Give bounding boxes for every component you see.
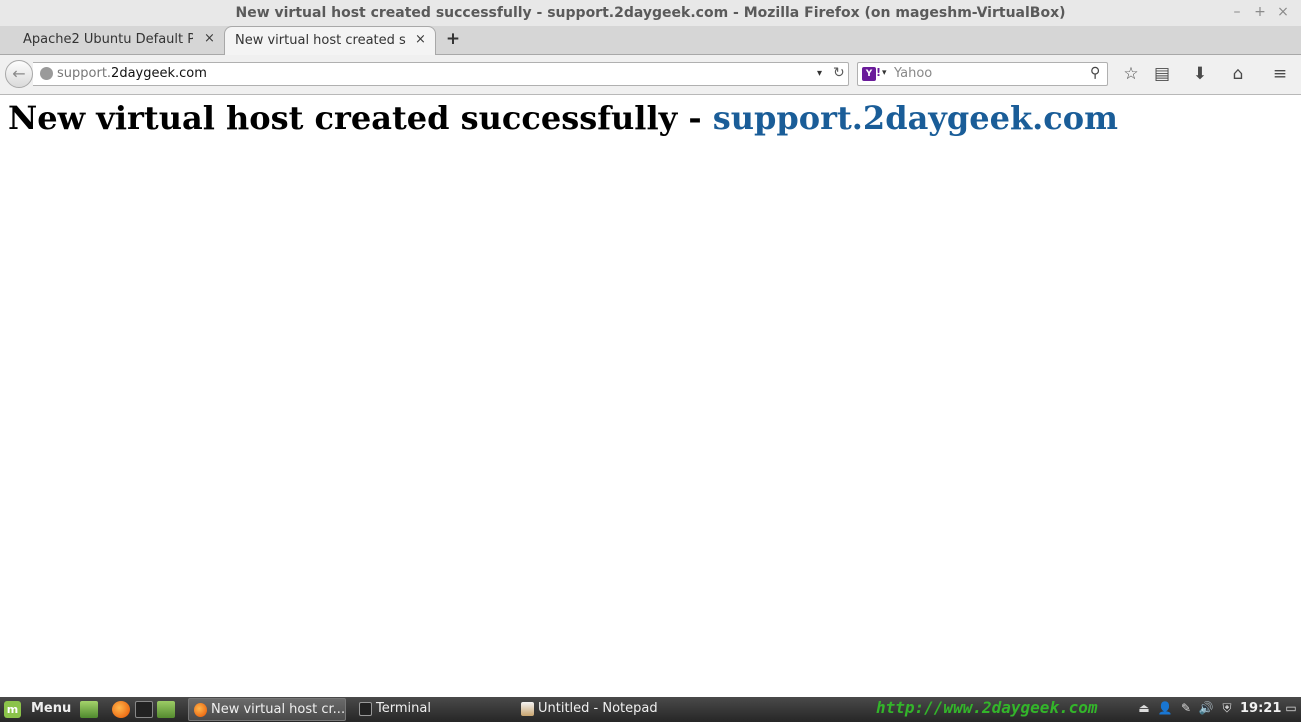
window-title: New virtual host created successfully - …	[235, 5, 1066, 21]
search-icon[interactable]: ⚲	[1090, 65, 1100, 81]
heading-link[interactable]: support.2daygeek.com	[713, 99, 1118, 137]
minimize-button[interactable]: –	[1229, 4, 1245, 20]
task-notepad[interactable]: Untitled - Notepad	[516, 698, 671, 721]
reload-icon[interactable]: ↻	[833, 65, 845, 81]
bookmarks-menu-icon[interactable]: ▤	[1151, 64, 1173, 86]
page-heading: New virtual host created successfully - …	[8, 99, 1118, 137]
search-input[interactable]	[894, 66, 1084, 81]
volume-icon[interactable]: 🔊	[1198, 701, 1214, 715]
tool-icon[interactable]: ✎	[1178, 701, 1194, 715]
taskbar: m Menu New virtual host cr... Terminal U…	[0, 697, 1301, 722]
url-bar[interactable]: support.2daygeek.com ▾ ↻	[33, 62, 849, 86]
menu-label: Menu	[31, 701, 72, 716]
network-icon[interactable]: ⏏	[1136, 701, 1152, 715]
yahoo-icon[interactable]: Y	[862, 67, 876, 81]
firefox-launcher-icon[interactable]	[112, 701, 130, 718]
navigation-toolbar: ← support.2daygeek.com ▾ ↻ Y ! ▾ ⚲ ☆ ▤ ⬇…	[0, 55, 1301, 95]
terminal-launcher-icon[interactable]	[135, 701, 153, 718]
watermark: http://www.2daygeek.com	[876, 698, 1098, 717]
mint-logo-icon: m	[4, 701, 21, 718]
notepad-icon	[521, 702, 534, 716]
globe-icon	[40, 67, 53, 80]
task-label: New virtual host cr...	[211, 702, 346, 717]
tab-label: Apache2 Ubuntu Default P...	[23, 32, 193, 47]
terminal-icon	[359, 702, 372, 716]
maximize-button[interactable]: +	[1252, 4, 1268, 20]
task-firefox[interactable]: New virtual host cr...	[188, 698, 346, 721]
new-tab-button[interactable]: +	[445, 29, 461, 49]
url-prefix: support.	[57, 66, 112, 81]
tab-close-icon[interactable]: ×	[204, 31, 215, 46]
clock[interactable]: 19:21	[1240, 701, 1281, 716]
tab-virtual-host[interactable]: New virtual host created s... ×	[224, 26, 436, 55]
hamburger-menu-icon[interactable]: ≡	[1269, 64, 1291, 86]
back-button[interactable]: ←	[5, 60, 33, 88]
close-window-button[interactable]: ×	[1275, 4, 1291, 20]
user-icon[interactable]: 👤	[1157, 701, 1173, 715]
tab-label: New virtual host created s...	[235, 33, 407, 48]
url-dropdown-icon[interactable]: ▾	[817, 68, 822, 79]
task-label: Untitled - Notepad	[538, 701, 658, 716]
url-domain: 2daygeek.com	[111, 66, 207, 81]
show-desktop-icon[interactable]	[80, 701, 98, 718]
tab-apache2[interactable]: Apache2 Ubuntu Default P... ×	[11, 26, 221, 54]
firefox-icon	[194, 703, 207, 717]
search-bar[interactable]: Y ! ▾ ⚲	[857, 62, 1108, 86]
downloads-icon[interactable]: ⬇	[1189, 64, 1211, 86]
tab-close-icon[interactable]: ×	[415, 32, 426, 47]
window-titlebar[interactable]: New virtual host created successfully - …	[0, 0, 1301, 26]
files-launcher-icon[interactable]	[157, 701, 175, 718]
bookmark-star-icon[interactable]: ☆	[1120, 64, 1142, 86]
tab-strip: Apache2 Ubuntu Default P... × New virtua…	[0, 26, 1301, 55]
display-icon[interactable]: ▭	[1283, 701, 1299, 715]
page-content: New virtual host created successfully - …	[0, 95, 1301, 697]
url-text[interactable]: support.2daygeek.com	[57, 66, 207, 81]
search-engine-dropdown-icon[interactable]: ▾	[882, 68, 887, 78]
shield-icon[interactable]: ⛨	[1219, 701, 1235, 716]
yahoo-mark: !	[876, 66, 882, 79]
heading-text: New virtual host created successfully -	[8, 99, 713, 137]
task-label: Terminal	[376, 701, 431, 716]
task-terminal[interactable]: Terminal	[354, 698, 509, 721]
home-icon[interactable]: ⌂	[1227, 64, 1249, 86]
